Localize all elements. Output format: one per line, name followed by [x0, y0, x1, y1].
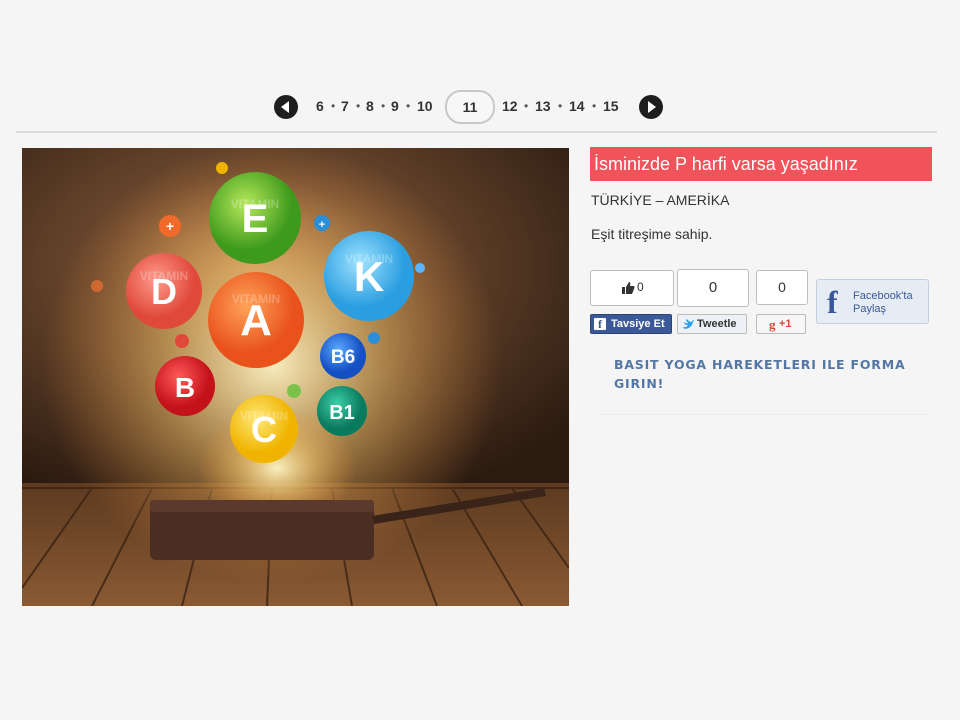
page-separator: • [356, 99, 361, 113]
facebook-recommend-button[interactable]: f Tavsiye Et [590, 314, 672, 334]
facebook-share-button[interactable]: f Facebook'ta Paylaş [816, 279, 929, 324]
arrow-right-icon [648, 101, 656, 113]
article-title: İsminizde P harfi varsa yaşadınız [590, 147, 932, 181]
facebook-f-icon: f [827, 284, 838, 320]
arrow-left-icon [281, 101, 289, 113]
vitamin-b-label: B [175, 372, 195, 403]
vitamin-watermark: VITAMIN [232, 292, 280, 306]
svg-text:+: + [166, 218, 174, 234]
page-link-14[interactable]: 14 [569, 98, 585, 114]
current-page: 11 [445, 90, 495, 124]
page-link-10[interactable]: 10 [417, 98, 433, 114]
vitamin-b6-label: B6 [331, 347, 355, 368]
gplus-count: 0 [778, 279, 786, 295]
gplus-icon: g [769, 317, 776, 332]
gplus-button[interactable]: g +1 [756, 314, 806, 334]
page-separator: • [406, 99, 411, 113]
pagination: 6 • 7 • 8 • 9 • 10 11 12 • 13 • 14 • 15 [0, 90, 960, 124]
facebook-share-label-line1: Facebook'ta [853, 290, 913, 302]
vitamin-watermark: VITAMIN [231, 197, 279, 211]
tweet-count: 0 [708, 279, 718, 296]
article-image: + + E D A K B B6 B1 C VITAMIN VITAMIN VI… [22, 148, 569, 606]
page-separator: • [558, 99, 563, 113]
facebook-like-count: 0 [637, 280, 644, 294]
page-link-8[interactable]: 8 [366, 98, 374, 114]
facebook-share-label-line2: Paylaş [853, 303, 887, 315]
facebook-recommend-label: Tavsiye Et [611, 318, 665, 330]
vitamin-watermark: VITAMIN [240, 409, 288, 423]
divider [600, 414, 930, 415]
page-link-9[interactable]: 9 [391, 98, 399, 114]
facebook-icon: f [594, 318, 606, 331]
vitamin-b1-label: B1 [329, 402, 355, 424]
page-link-15[interactable]: 15 [603, 98, 619, 114]
gplus-counter: 0 [756, 270, 808, 305]
page-link-12[interactable]: 12 [502, 98, 518, 114]
divider [16, 131, 937, 133]
vitamin-watermark: VITAMIN [140, 269, 188, 283]
previous-page-button[interactable] [274, 95, 298, 119]
vitamin-watermark: VITAMIN [345, 252, 393, 266]
tweet-button[interactable]: Tweetle [677, 314, 747, 334]
page-separator: • [331, 99, 336, 113]
twitter-bird-icon [682, 319, 694, 329]
article-description: Eşit titreşime sahip. [591, 226, 713, 242]
page-separator: • [524, 99, 529, 113]
facebook-like-counter: 0 [590, 270, 674, 306]
page-separator: • [592, 99, 597, 113]
related-article-link[interactable]: BASIT YOGA HAREKETLERI ILE FORMA GIRIN! [614, 355, 914, 393]
article-subtitle: TÜRKİYE – AMERİKA [591, 192, 730, 208]
tweet-counter: 0 [677, 269, 749, 307]
next-page-button[interactable] [639, 95, 663, 119]
tweet-label: Tweetle [697, 318, 737, 330]
page-link-6[interactable]: 6 [316, 98, 324, 114]
page-separator: • [381, 99, 386, 113]
gplus-label: +1 [779, 318, 792, 330]
svg-text:+: + [319, 219, 325, 231]
page-link-7[interactable]: 7 [341, 98, 349, 114]
thumbs-up-icon [622, 282, 635, 294]
page-link-13[interactable]: 13 [535, 98, 551, 114]
